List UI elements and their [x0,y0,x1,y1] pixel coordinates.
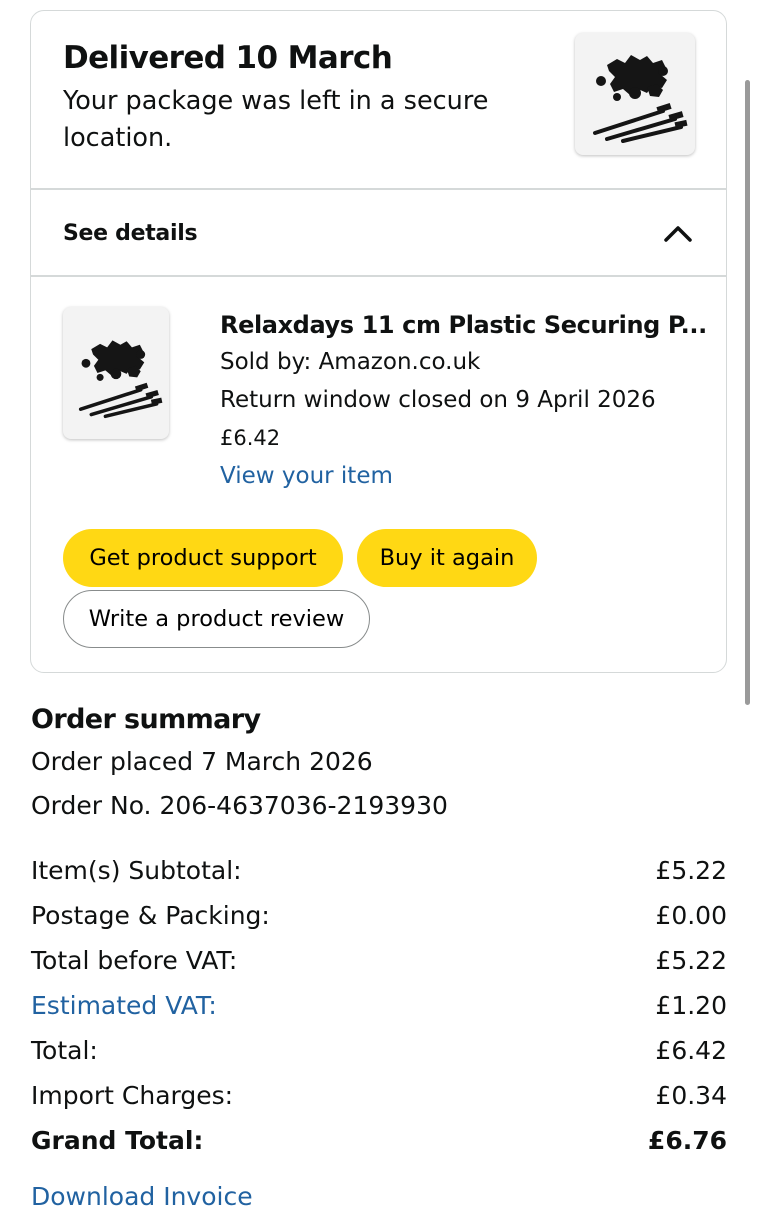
totals-row: Estimated VAT: £1.20 [31,983,727,1028]
totals-value: £0.00 [655,901,727,930]
totals-row: Total: £6.42 [31,1028,727,1073]
order-number: Order No. 206-4637036-2193930 [31,791,448,820]
buy-it-again-button[interactable]: Buy it again [357,529,537,587]
delivery-status: Delivered 10 March Your package was left… [63,39,533,157]
order-summary-title: Order summary [31,704,261,735]
chevron-up-icon[interactable] [663,222,693,244]
item-return-window: Return window closed on 9 April 2026 [220,387,656,413]
estimated-vat-link[interactable]: Estimated VAT: [31,983,217,1028]
totals-row: Item(s) Subtotal: £5.22 [31,848,727,893]
order-summary: Order summary Order placed 7 March 2026 … [31,700,727,828]
totals-value: £0.34 [655,1081,727,1110]
delivery-status-title: Delivered 10 March [63,40,393,76]
order-card: Delivered 10 March Your package was left… [30,10,727,673]
see-details-label: See details [63,221,198,246]
totals-row: Postage & Packing: £0.00 [31,893,727,938]
totals-label: Import Charges: [31,1081,234,1110]
totals-label: Total before VAT: [31,946,238,975]
totals-label: Postage & Packing: [31,901,270,930]
grand-total-label: Grand Total: [31,1126,204,1155]
totals-row: Total before VAT: £5.22 [31,938,727,983]
item-sold-by: Sold by: Amazon.co.uk [220,349,481,375]
item-info: Relaxdays 11 cm Plastic Securing P... So… [220,307,710,495]
product-thumbnail[interactable] [575,33,695,155]
scrollbar[interactable] [745,80,750,705]
delivery-status-description: Your package was left in a secure locati… [63,86,489,153]
ground-pegs-product-image [593,53,690,143]
see-details-toggle[interactable]: See details [31,190,726,276]
totals-value: £1.20 [655,991,727,1020]
get-product-support-button[interactable]: Get product support [63,529,343,587]
item-title[interactable]: Relaxdays 11 cm Plastic Securing P... [220,307,710,343]
order-totals: Item(s) Subtotal: £5.22 Postage & Packin… [31,848,727,1163]
item-thumbnail[interactable] [63,307,169,439]
view-item-link[interactable]: View your item [220,457,710,495]
item-price: £6.42 [220,426,281,450]
write-product-review-button[interactable]: Write a product review [63,590,370,648]
totals-label: Total: [31,1036,98,1065]
ground-pegs-product-image [78,338,165,419]
totals-label: Item(s) Subtotal: [31,856,242,885]
divider [31,275,726,277]
totals-row: Import Charges: £0.34 [31,1073,727,1118]
grand-total-row: Grand Total: £6.76 [31,1118,727,1163]
download-invoice-link[interactable]: Download Invoice [31,1182,253,1212]
totals-value: £6.42 [655,1036,727,1065]
order-placed-date: Order placed 7 March 2026 [31,747,373,776]
totals-value: £5.22 [655,856,727,885]
totals-value: £5.22 [655,946,727,975]
grand-total-value: £6.76 [647,1126,727,1155]
